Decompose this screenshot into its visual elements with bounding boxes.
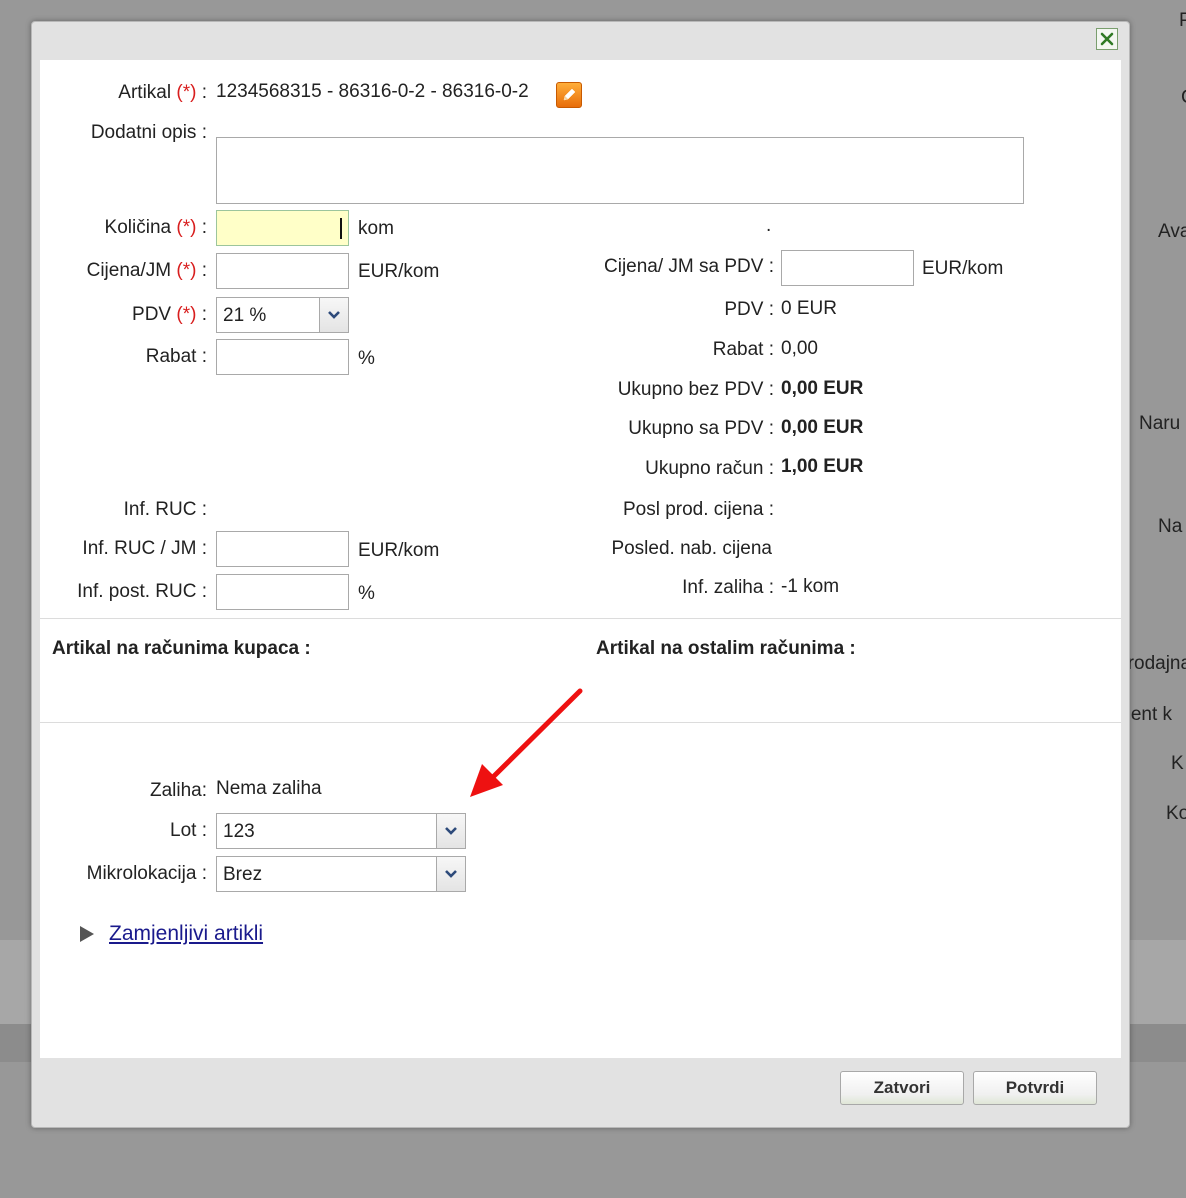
annotation-arrow (470, 688, 583, 797)
